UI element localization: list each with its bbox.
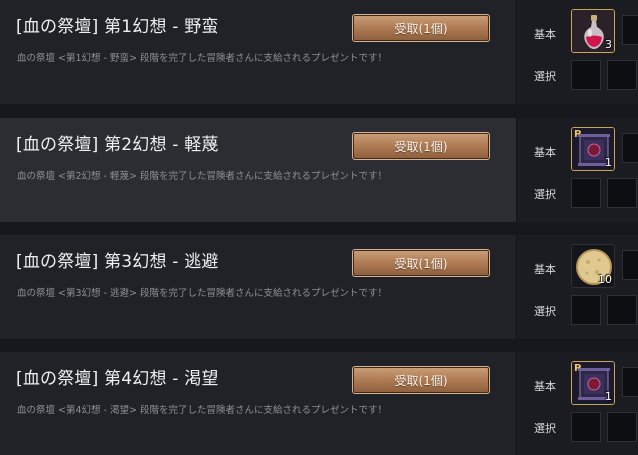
reward-row-2: [血の祭壇] 第2幻想 - 軽蔑 血の祭壇 <第2幻想 - 軽蔑> 段階を完了し… [0,118,638,222]
select-slot-2[interactable] [607,178,637,208]
claim-button[interactable]: 受取(1個) [352,132,490,160]
reward-title: [血の祭壇] 第4幻想 - 渇望 [16,369,219,389]
reward-description: 血の祭壇 <第4幻想 - 渇望> 段階を完了した冒険者さんに支給されるプレゼント… [17,405,387,416]
select-label: 選択 [534,422,556,435]
claim-button[interactable]: 受取(1個) [352,249,490,277]
item-quantity: 1 [605,156,612,169]
basic-label: 基本 [534,28,556,41]
reward-row-3: [血の祭壇] 第3幻想 - 逃避 血の祭壇 <第3幻想 - 逃避> 段階を完了し… [0,235,638,339]
reward-title: [血の祭壇] 第3幻想 - 逃避 [16,252,219,272]
select-label: 選択 [534,188,556,201]
select-slot-2[interactable] [607,60,637,90]
reward-info: [血の祭壇] 第2幻想 - 軽蔑 血の祭壇 <第2幻想 - 軽蔑> 段階を完了し… [0,118,516,222]
select-slot-1[interactable] [571,178,601,208]
reward-item-slot[interactable]: P 1 [571,361,615,405]
reward-info: [血の祭壇] 第1幻想 - 野蛮 血の祭壇 <第1幻想 - 野蛮> 段階を完了し… [0,0,516,104]
select-slot-1[interactable] [571,60,601,90]
reward-info: [血の祭壇] 第3幻想 - 逃避 血の祭壇 <第3幻想 - 逃避> 段階を完了し… [0,235,516,339]
reward-item-slot[interactable]: 3 [571,9,615,53]
reward-slot-empty[interactable] [622,15,638,45]
reward-slot-empty[interactable] [622,133,638,163]
reward-row-4: [血の祭壇] 第4幻想 - 渇望 血の祭壇 <第4幻想 - 渇望> 段階を完了し… [0,352,638,455]
select-label: 選択 [534,70,556,83]
basic-label: 基本 [534,146,556,159]
select-slot-2[interactable] [607,412,637,442]
item-quantity: 3 [605,38,612,51]
reward-description: 血の祭壇 <第1幻想 - 野蛮> 段階を完了した冒険者さんに支給されるプレゼント… [17,53,387,64]
item-mark: P [574,129,582,140]
reward-description: 血の祭壇 <第2幻想 - 軽蔑> 段階を完了した冒険者さんに支給されるプレゼント… [17,171,387,182]
select-slot-2[interactable] [607,295,637,325]
select-slot-1[interactable] [571,295,601,325]
item-mark: P [574,363,582,374]
claim-button[interactable]: 受取(1個) [352,366,490,394]
reward-slot-empty[interactable] [622,250,638,280]
reward-item-slot[interactable]: 10 [571,244,615,288]
reward-title: [血の祭壇] 第2幻想 - 軽蔑 [16,135,219,155]
basic-label: 基本 [534,263,556,276]
item-quantity: 10 [598,273,612,286]
reward-description: 血の祭壇 <第3幻想 - 逃避> 段階を完了した冒険者さんに支給されるプレゼント… [17,288,387,299]
claim-button[interactable]: 受取(1個) [352,14,490,42]
item-quantity: 1 [605,390,612,403]
reward-slot-empty[interactable] [622,367,638,397]
reward-info: [血の祭壇] 第4幻想 - 渇望 血の祭壇 <第4幻想 - 渇望> 段階を完了し… [0,352,516,455]
reward-item-slot[interactable]: P 1 [571,127,615,171]
basic-label: 基本 [534,380,556,393]
select-label: 選択 [534,305,556,318]
reward-title: [血の祭壇] 第1幻想 - 野蛮 [16,17,219,37]
select-slot-1[interactable] [571,412,601,442]
reward-row-1: [血の祭壇] 第1幻想 - 野蛮 血の祭壇 <第1幻想 - 野蛮> 段階を完了し… [0,0,638,104]
